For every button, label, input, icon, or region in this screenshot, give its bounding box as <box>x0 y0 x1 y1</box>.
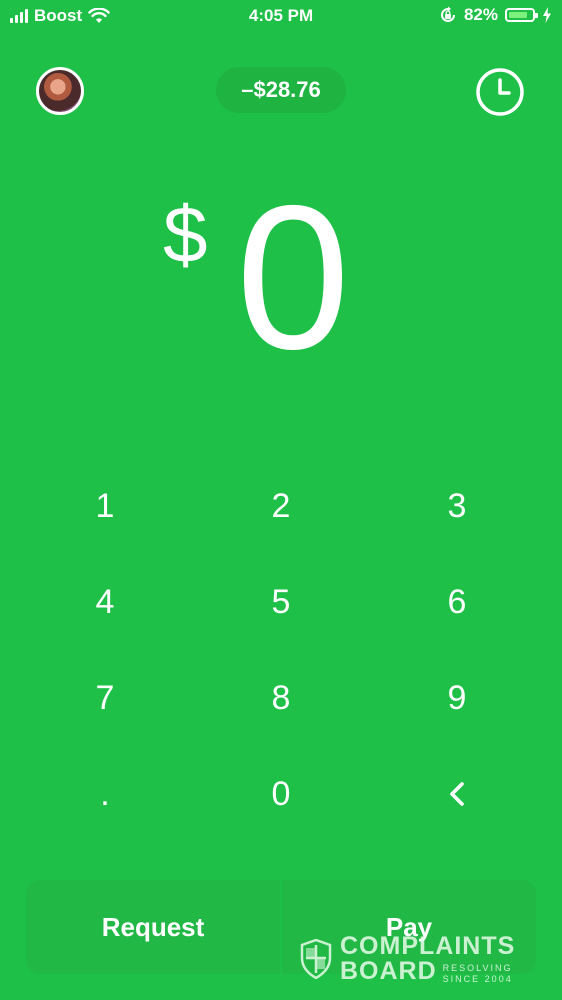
watermark-tagline2: SINCE 2004 <box>442 973 513 984</box>
watermark-text: COMPLAINTS BOARD RESOLVING SINCE 2004 <box>340 934 515 984</box>
watermark: COMPLAINTS BOARD RESOLVING SINCE 2004 <box>300 934 515 984</box>
balance-button[interactable]: –$28.76 <box>216 67 346 113</box>
amount-value: 0 <box>236 163 351 392</box>
key-2[interactable]: 2 <box>193 458 369 554</box>
status-bar: Boost 4:05 PM 82% <box>0 0 562 34</box>
key-4[interactable]: 4 <box>17 554 193 650</box>
key-0[interactable]: 0 <box>193 746 369 842</box>
key-1[interactable]: 1 <box>17 458 193 554</box>
watermark-line2: BOARD <box>340 957 437 985</box>
request-button[interactable]: Request <box>26 880 280 974</box>
key-5[interactable]: 5 <box>193 554 369 650</box>
battery-percent: 82% <box>463 5 498 24</box>
backspace-icon <box>450 782 464 806</box>
clock-icon[interactable] <box>474 66 526 118</box>
watermark-tagline1: RESOLVING <box>442 963 513 974</box>
status-right: 82% <box>439 5 552 25</box>
orientation-lock-icon <box>441 6 455 22</box>
key-decimal[interactable]: . <box>17 746 193 842</box>
backspace-key[interactable] <box>369 746 545 842</box>
watermark-line1: COMPLAINTS <box>340 932 516 960</box>
amount-display: $ 0 <box>0 175 562 380</box>
currency-symbol: $ <box>163 190 208 279</box>
charging-icon <box>543 7 551 23</box>
key-9[interactable]: 9 <box>369 650 545 746</box>
shield-logo-icon <box>300 939 332 979</box>
balance-amount: –$28.76 <box>241 77 321 102</box>
key-3[interactable]: 3 <box>369 458 545 554</box>
key-8[interactable]: 8 <box>193 650 369 746</box>
battery-icon <box>505 8 538 22</box>
key-7[interactable]: 7 <box>17 650 193 746</box>
avatar[interactable] <box>36 67 84 115</box>
keypad: 1 2 3 4 5 6 7 8 9 . 0 <box>17 458 545 842</box>
key-6[interactable]: 6 <box>369 554 545 650</box>
